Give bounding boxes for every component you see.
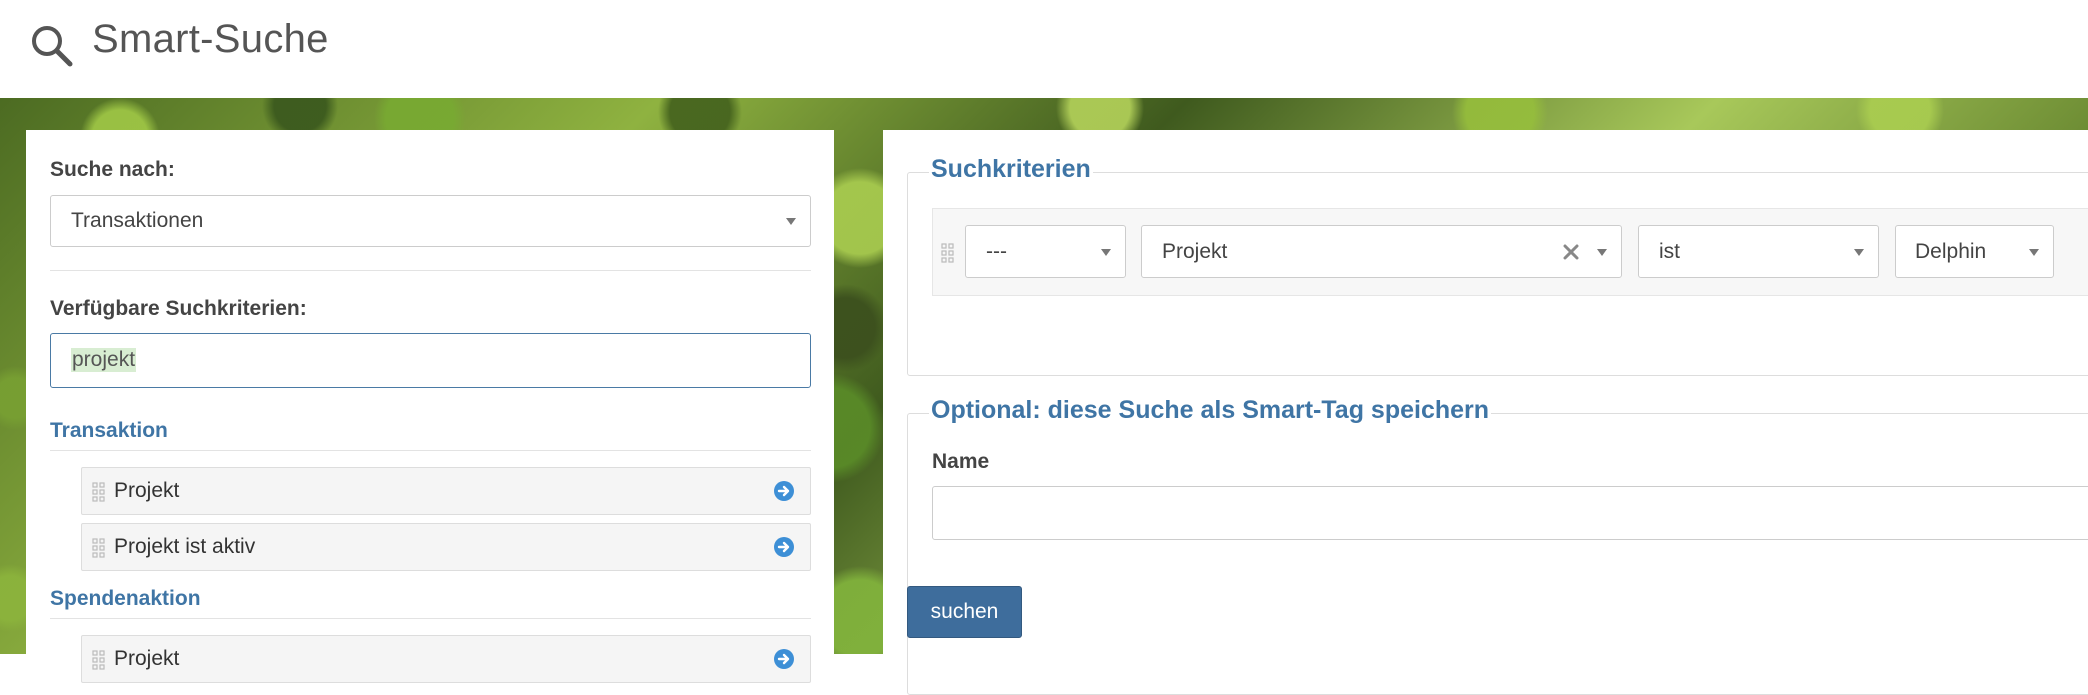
connector-select[interactable]: --- bbox=[965, 225, 1126, 278]
list-item[interactable]: Projekt bbox=[81, 635, 811, 683]
chevron-down-icon bbox=[1101, 249, 1111, 256]
arrow-right-circle-icon[interactable] bbox=[774, 537, 794, 563]
top-bar: Smart-Suche bbox=[0, 0, 2088, 98]
criteria-legend: Suchkriterien bbox=[929, 155, 1093, 184]
list-item[interactable]: Projekt bbox=[81, 467, 811, 515]
group-heading-spendenaktion: Spendenaktion bbox=[50, 587, 201, 610]
field-value: Projekt bbox=[1162, 239, 1228, 263]
list-item-label: Projekt ist aktiv bbox=[114, 535, 256, 558]
arrow-right-circle-icon[interactable] bbox=[774, 481, 794, 507]
drag-handle-icon[interactable] bbox=[92, 538, 106, 564]
operator-value: ist bbox=[1659, 239, 1680, 263]
chevron-down-icon bbox=[1854, 249, 1864, 256]
connector-value: --- bbox=[986, 239, 1007, 263]
search-icon bbox=[30, 24, 74, 73]
group-divider bbox=[50, 450, 811, 451]
search-for-label: Suche nach: bbox=[50, 158, 175, 181]
chevron-down-icon bbox=[1597, 249, 1607, 256]
group-divider bbox=[50, 618, 811, 619]
list-item-label: Projekt bbox=[114, 479, 180, 502]
chevron-down-icon bbox=[786, 218, 796, 225]
smart-tag-name-input[interactable] bbox=[932, 486, 2088, 540]
chevron-down-icon bbox=[2029, 249, 2039, 256]
drag-handle-icon[interactable] bbox=[941, 243, 955, 268]
arrow-right-circle-icon[interactable] bbox=[774, 649, 794, 675]
name-label: Name bbox=[932, 450, 990, 473]
clear-icon[interactable] bbox=[1563, 242, 1579, 266]
save-fieldset bbox=[907, 413, 2088, 695]
value-select[interactable]: Delphin bbox=[1895, 225, 2054, 278]
save-legend: Optional: diese Suche als Smart-Tag spei… bbox=[929, 396, 1492, 425]
available-criteria-label: Verfügbare Suchkriterien: bbox=[50, 297, 307, 320]
drag-handle-icon[interactable] bbox=[92, 482, 106, 508]
criteria-filter-input[interactable]: projekt bbox=[50, 333, 811, 388]
filter-text: projekt bbox=[71, 348, 137, 372]
criterion-row: --- Projekt ist Delphin bbox=[932, 208, 2088, 296]
group-heading-transaktion: Transaktion bbox=[50, 419, 168, 442]
list-item-label: Projekt bbox=[114, 647, 180, 670]
page-title: Smart-Suche bbox=[92, 17, 329, 61]
value-text: Delphin bbox=[1915, 239, 1987, 263]
search-for-value: Transaktionen bbox=[71, 209, 204, 232]
search-button[interactable]: suchen bbox=[907, 586, 1022, 638]
search-button-label: suchen bbox=[930, 600, 999, 623]
search-builder-panel: Suchkriterien --- Projekt ist Delphin Op… bbox=[883, 130, 2088, 695]
field-select[interactable]: Projekt bbox=[1141, 225, 1622, 278]
operator-select[interactable]: ist bbox=[1638, 225, 1879, 278]
criteria-sidebar: Suche nach: Transaktionen Verfügbare Suc… bbox=[26, 130, 834, 683]
divider bbox=[50, 270, 811, 271]
search-for-select[interactable]: Transaktionen bbox=[50, 195, 811, 247]
list-item[interactable]: Projekt ist aktiv bbox=[81, 523, 811, 571]
